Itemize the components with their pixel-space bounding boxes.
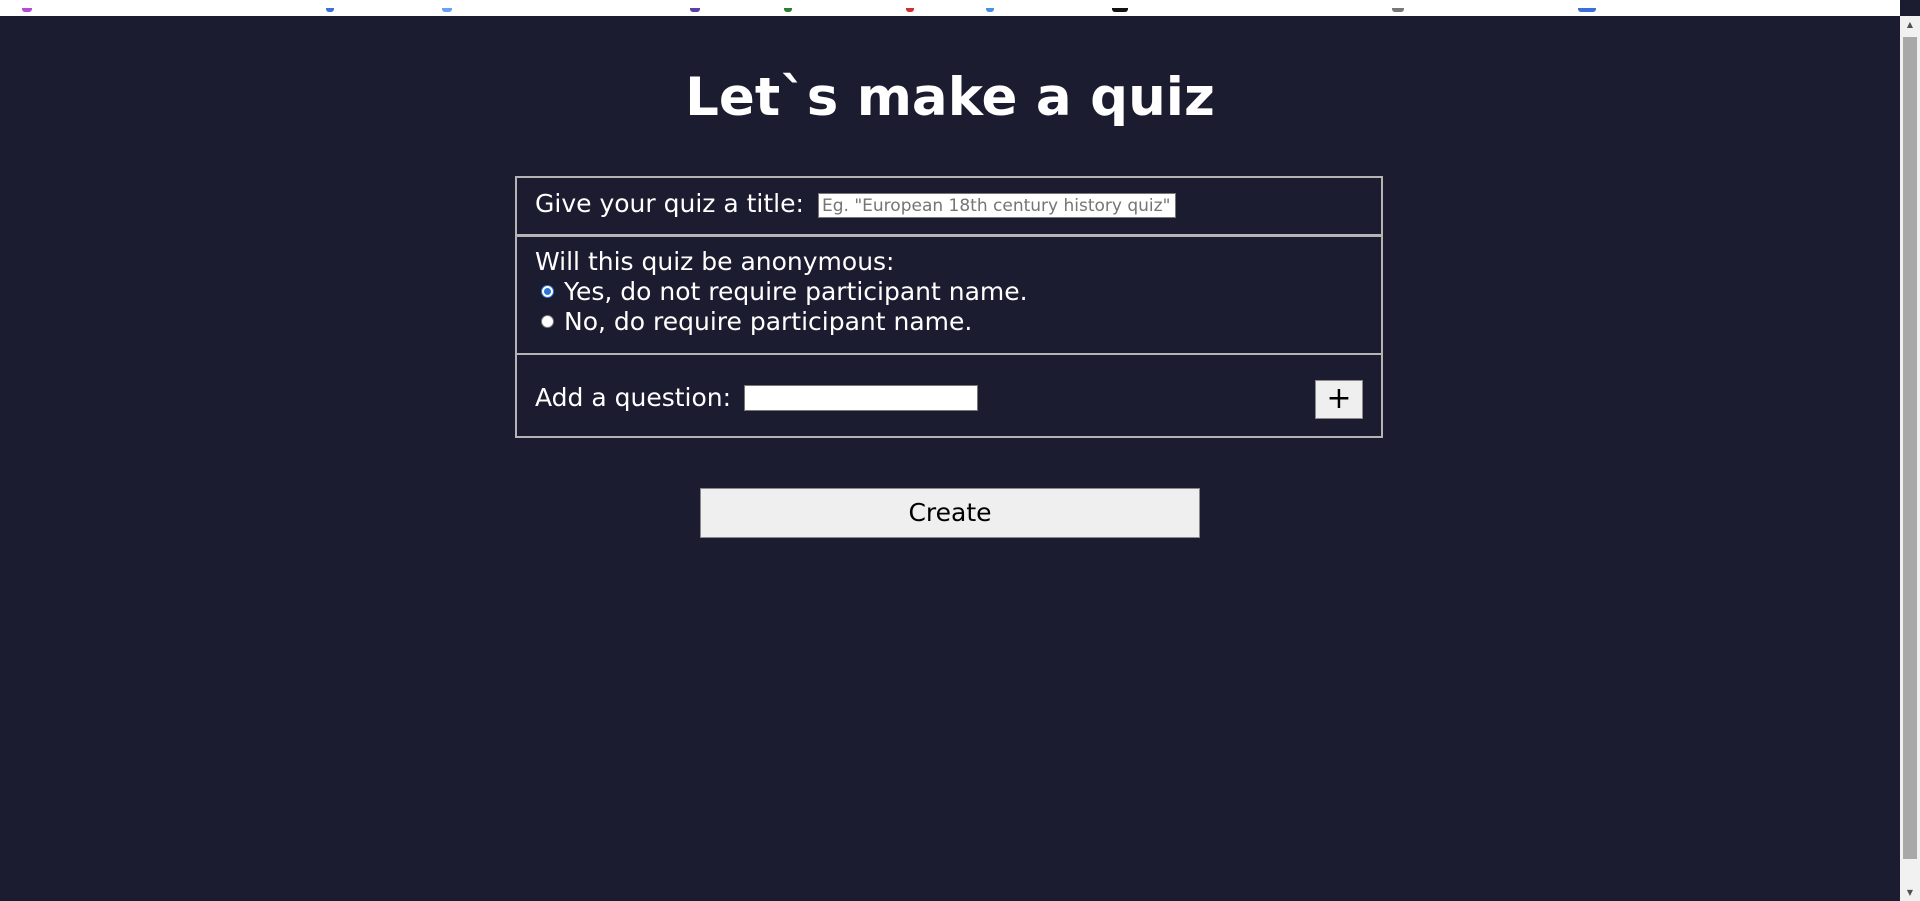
anonymity-section: Will this quiz be anonymous: Yes, do not… <box>515 235 1383 355</box>
add-question-section: Add a question: + <box>515 353 1383 438</box>
bookmark-icon <box>442 8 452 12</box>
bookmark-icon <box>906 8 914 12</box>
bookmark-icon <box>690 8 700 12</box>
page-title: Let`s make a quiz <box>685 67 1215 128</box>
add-question-label: Add a question: <box>535 383 732 412</box>
bookmark-icon <box>1578 8 1596 12</box>
bookmark-icon <box>22 8 32 12</box>
browser-bookmarks-strip <box>0 0 1900 16</box>
scroll-up-arrow-icon[interactable]: ▲ <box>1900 16 1920 33</box>
vertical-scrollbar[interactable]: ▲ ▼ <box>1900 16 1920 901</box>
radio-label-yes: Yes, do not require participant name. <box>564 277 1028 306</box>
radio-button-yes[interactable] <box>541 285 554 298</box>
anonymity-question: Will this quiz be anonymous: <box>535 247 895 276</box>
radio-option-anonymous-yes[interactable]: Yes, do not require participant name. <box>541 277 1028 306</box>
bookmark-icon <box>986 8 994 12</box>
add-question-button[interactable]: + <box>1315 380 1363 419</box>
radio-label-no: No, do require participant name. <box>564 307 973 336</box>
bookmark-icon <box>326 8 334 12</box>
scroll-down-arrow-icon[interactable]: ▼ <box>1900 884 1920 901</box>
question-input[interactable] <box>744 385 978 411</box>
quiz-title-input[interactable] <box>818 193 1176 218</box>
bookmark-icon <box>784 8 792 12</box>
quiz-title-section: Give your quiz a title: <box>515 176 1383 236</box>
bookmark-icon <box>1112 8 1128 12</box>
radio-button-no[interactable] <box>541 315 554 328</box>
create-button[interactable]: Create <box>700 488 1200 538</box>
radio-option-anonymous-no[interactable]: No, do require participant name. <box>541 307 972 336</box>
quiz-title-label: Give your quiz a title: <box>535 189 804 218</box>
bookmark-icon <box>1392 8 1404 12</box>
scrollbar-thumb[interactable] <box>1903 37 1917 859</box>
